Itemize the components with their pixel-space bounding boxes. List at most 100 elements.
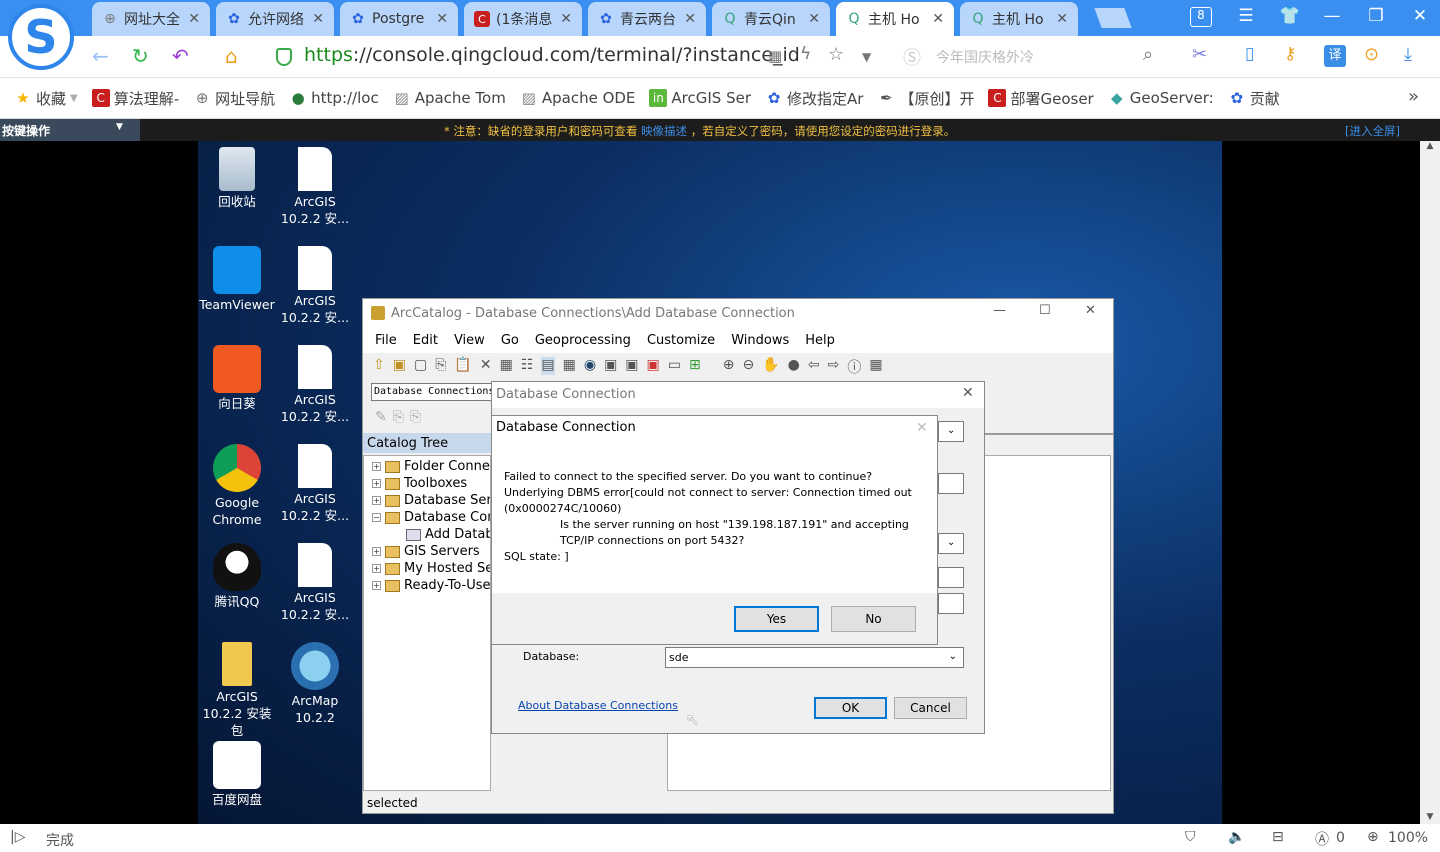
up-one-level-icon[interactable]: ⇧ <box>373 357 385 375</box>
import-icon[interactable]: ⎘ <box>393 409 404 425</box>
phone-icon[interactable]: ▯ <box>1245 44 1254 64</box>
forward-icon[interactable]: ⇨ <box>828 357 840 375</box>
close-button[interactable]: ✕ <box>1085 303 1096 318</box>
lightning-icon[interactable]: ϟ <box>800 44 811 64</box>
pan-icon[interactable]: ✋ <box>762 357 779 375</box>
close-tab-icon[interactable]: ✕ <box>932 11 944 27</box>
connect-folder-icon[interactable]: ▣ <box>393 357 406 375</box>
bookmark-item[interactable]: in ArcGIS Ser <box>649 89 751 107</box>
desktop-icon-qq[interactable]: 腾讯QQ <box>198 543 276 610</box>
arctoolbox-icon[interactable]: ▣ <box>647 357 660 375</box>
delete-icon[interactable]: ✕ <box>480 357 492 375</box>
desktop-icon-sunflower[interactable]: 向日葵 <box>198 345 276 412</box>
full-extent-icon[interactable]: ● <box>788 357 800 375</box>
skin-icon[interactable]: 👕 <box>1275 6 1305 26</box>
bookmark-item[interactable]: C 部署Geoser <box>988 88 1094 109</box>
desktop-icon-chrome[interactable]: Google Chrome <box>198 444 276 528</box>
username-input[interactable] <box>938 567 964 588</box>
sidebar-toggle-icon[interactable]: |▷ <box>10 829 25 845</box>
browser-tab[interactable]: ⊕ 网址大全 ✕ <box>92 2 210 36</box>
desktop-icon-arcmap[interactable]: ArcMap 10.2.2 <box>276 642 354 726</box>
zoom-in-icon[interactable]: ⊕ <box>723 357 735 375</box>
vertical-scrollbar[interactable]: ▲ ▼ <box>1420 141 1440 824</box>
bookmark-item[interactable]: ◆ GeoServer: <box>1108 89 1214 107</box>
bookmark-item[interactable]: ▨ Apache Tom <box>393 89 506 107</box>
menu-go[interactable]: Go <box>501 333 519 348</box>
browser-tab[interactable]: Q 青云Qin ✕ <box>712 2 830 36</box>
menu-customize[interactable]: Customize <box>647 333 715 348</box>
bookmark-item[interactable]: ✒ 【原创】开 <box>877 88 974 109</box>
large-icons-icon[interactable]: ▦ <box>500 357 513 375</box>
close-tab-icon[interactable]: ✕ <box>1056 11 1068 27</box>
create-thumbnail-icon[interactable]: ▦ <box>869 357 882 375</box>
url-input[interactable]: https://console.qingcloud.com/terminal/?… <box>304 44 800 66</box>
model-builder-icon[interactable]: ⊞ <box>689 357 701 375</box>
location-input[interactable]: Database Connections <box>371 383 493 401</box>
menu-edit[interactable]: Edit <box>413 333 438 348</box>
catalog-tree-item[interactable]: Add Database Connection <box>364 526 490 543</box>
details-icon[interactable]: ▤ <box>541 357 555 375</box>
menu-windows[interactable]: Windows <box>731 333 789 348</box>
edit-metadata-icon[interactable]: ✎ <box>375 409 387 425</box>
chevron-down-icon[interactable]: ▼ <box>70 93 78 104</box>
desktop-icon-doc[interactable]: ArcGIS 10.2.2 安... <box>276 345 354 425</box>
desktop-icon-recycle[interactable]: 回收站 <box>198 147 276 210</box>
expand-toggle[interactable]: + <box>372 462 381 471</box>
expand-toggle[interactable]: + <box>372 479 381 488</box>
browser-tab[interactable]: Q 主机 Ho ✕ <box>836 2 954 36</box>
thumbnails-icon[interactable]: ▦ <box>563 357 576 375</box>
close-tab-icon[interactable]: ✕ <box>436 11 448 27</box>
close-tab-icon[interactable]: ✕ <box>188 11 200 27</box>
catalog-tree-icon[interactable]: ▣ <box>604 357 617 375</box>
menu-view[interactable]: View <box>454 333 485 348</box>
authentication-dropdown[interactable]: ⌄ <box>938 533 964 554</box>
sogou-browser-logo[interactable]: S <box>8 4 74 70</box>
list-icon[interactable]: ☷ <box>521 357 534 375</box>
bookmark-item[interactable]: ⊕ 网址导航 <box>193 88 275 109</box>
catalog-tree-item[interactable]: + My Hosted Services <box>364 560 490 577</box>
bookmark-item[interactable]: ● http://loc <box>289 89 379 107</box>
desktop-icon-teamviewer[interactable]: TeamViewer <box>198 246 276 313</box>
desktop-icon-doc[interactable]: ArcGIS 10.2.2 安... <box>276 543 354 623</box>
bookmark-item[interactable]: ✿ 修改指定Ar <box>765 88 864 109</box>
browser-tab[interactable]: C (1条消息 ✕ <box>464 2 582 36</box>
instance-input[interactable] <box>938 473 964 494</box>
close-tab-icon[interactable]: ✕ <box>560 11 572 27</box>
expand-toggle[interactable]: + <box>372 547 381 556</box>
yes-button[interactable]: Yes <box>734 606 819 632</box>
zoom-level[interactable]: 100% <box>1388 830 1428 846</box>
close-button[interactable]: ✕ <box>1405 6 1435 26</box>
bookmark-star-icon[interactable]: ☆ <box>828 44 844 65</box>
browser-tab[interactable]: ✿ 青云两台 ✕ <box>588 2 706 36</box>
search-icon[interactable]: ⌕ <box>1143 44 1153 65</box>
expand-toggle[interactable]: + <box>372 564 381 573</box>
catalog-tree-item[interactable]: + Database Servers <box>364 492 490 509</box>
image-description-link[interactable]: 映像描述 <box>641 124 687 138</box>
search-input[interactable]: 今年国庆格外冷 <box>936 47 1034 67</box>
browser-tab[interactable]: ✿ Postgre ✕ <box>340 2 458 36</box>
database-dropdown[interactable]: sde ⌄ <box>665 647 964 668</box>
catalog-tree-item[interactable]: + GIS Servers <box>364 543 490 560</box>
undo-icon[interactable]: ↶ <box>172 44 189 68</box>
catalog-tree-item[interactable]: + Folder Connections <box>364 458 490 475</box>
close-tab-icon[interactable]: ✕ <box>684 11 696 27</box>
key-icon[interactable]: ⚷ <box>1284 44 1296 64</box>
disconnect-folder-icon[interactable]: ▢ <box>414 357 427 375</box>
expand-toggle[interactable]: + <box>372 581 381 590</box>
search-window-icon[interactable]: ◉ <box>584 357 596 375</box>
bookmark-item[interactable]: ✿ 贡献 <box>1228 88 1279 109</box>
platform-dropdown[interactable]: ⌄ <box>938 421 964 442</box>
back-icon[interactable]: ⇦ <box>808 357 820 375</box>
desktop-icon-doc[interactable]: ArcGIS 10.2.2 安... <box>276 444 354 524</box>
cancel-button[interactable]: Cancel <box>894 697 967 719</box>
dropdown-icon[interactable]: ▼ <box>862 50 871 64</box>
desktop-icon-folder[interactable]: ArcGIS 10.2.2 安装包 <box>198 642 276 739</box>
more-icon[interactable]: ⊙ <box>1364 44 1379 65</box>
copy-icon[interactable]: ⎘ <box>435 357 446 375</box>
catalog-tree-item[interactable]: + Ready-To-Use Services <box>364 577 490 594</box>
export-icon[interactable]: ⎘ <box>410 409 421 425</box>
close-button[interactable]: ✕ <box>962 385 974 401</box>
python-icon[interactable]: ▭ <box>668 357 681 375</box>
ok-button[interactable]: OK <box>814 697 887 719</box>
qr-code-icon[interactable]: ▦ <box>768 47 782 65</box>
